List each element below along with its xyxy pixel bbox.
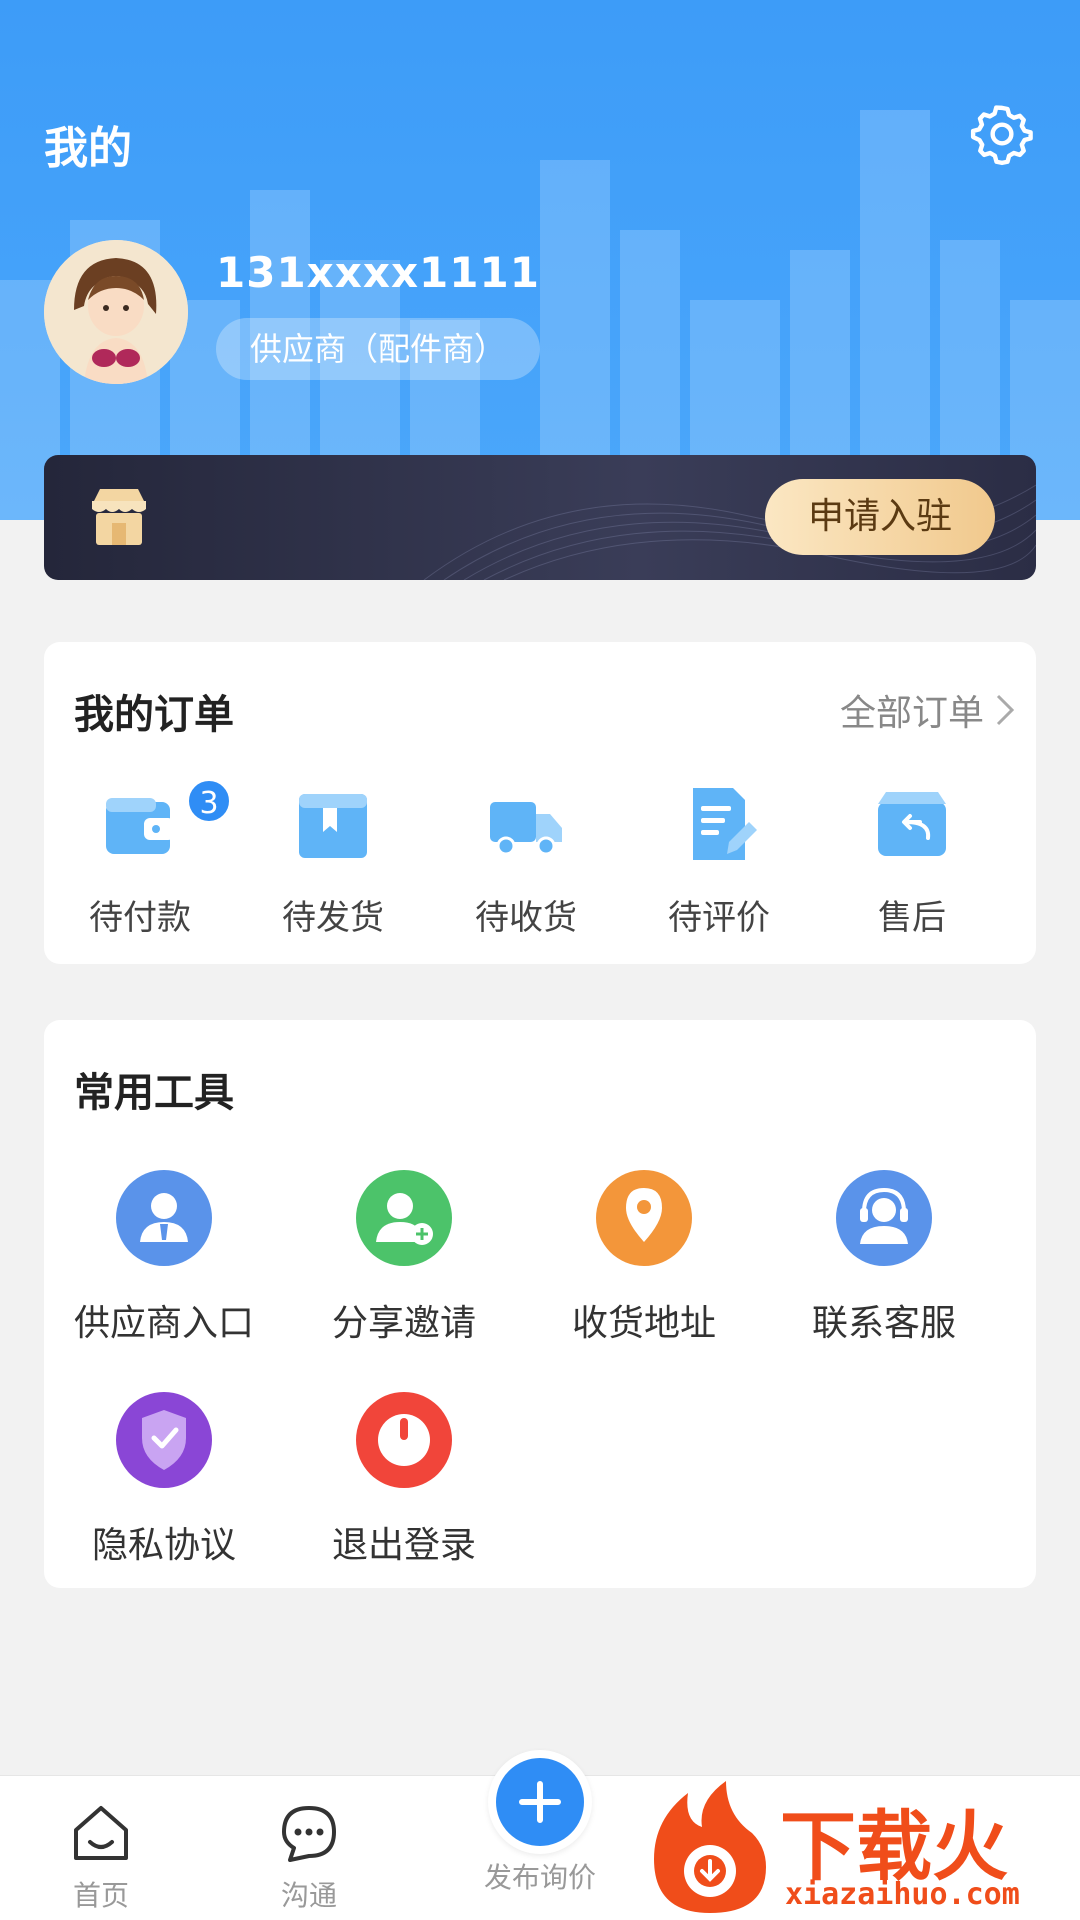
gear-icon bbox=[970, 105, 1033, 166]
supplier-user-icon bbox=[116, 1170, 212, 1266]
headset-icon bbox=[836, 1170, 932, 1266]
all-orders-link[interactable]: 全部订单 bbox=[840, 684, 1016, 736]
all-orders-label: 全部订单 bbox=[839, 693, 984, 734]
role-badge: 供应商（配件商） bbox=[216, 318, 541, 380]
truck-icon bbox=[490, 802, 562, 856]
wallet-icon bbox=[106, 798, 174, 854]
tool-customer-service[interactable]: 联系客服 bbox=[764, 1170, 1004, 1360]
nav-home[interactable]: 首页 bbox=[16, 1790, 186, 1920]
tool-shipping-address[interactable]: 收货地址 bbox=[524, 1170, 764, 1360]
return-box-icon bbox=[878, 792, 946, 856]
apply-settle-button[interactable]: 申请入驻 bbox=[765, 479, 995, 555]
order-item-label: 待付款 bbox=[89, 898, 191, 938]
order-item-label: 待收货 bbox=[475, 898, 577, 938]
order-pending-receipt[interactable]: 待收货 bbox=[430, 784, 622, 938]
nav-label: 沟通 bbox=[280, 1879, 337, 1912]
publish-inquiry-label: 发布询价 bbox=[483, 1861, 596, 1894]
plus-icon bbox=[519, 1781, 561, 1823]
add-user-icon bbox=[356, 1170, 452, 1266]
chevron-right-icon bbox=[996, 694, 1015, 726]
tool-supplier-entry[interactable]: 供应商入口 bbox=[44, 1170, 284, 1360]
tool-label: 收货地址 bbox=[571, 1303, 716, 1344]
tool-label: 供应商入口 bbox=[73, 1303, 254, 1344]
shop-icon bbox=[92, 489, 146, 545]
watermark: 下载火 xiazaihuo.com bbox=[640, 1775, 1080, 1920]
tools-title: 常用工具 bbox=[74, 1070, 234, 1116]
orders-title: 我的订单 bbox=[74, 692, 234, 738]
box-icon bbox=[299, 794, 367, 858]
publish-inquiry-button[interactable] bbox=[488, 1750, 592, 1854]
watermark-domain: xiazaihuo.com bbox=[785, 1877, 1020, 1912]
avatar-image bbox=[44, 240, 188, 384]
profile-header: 我的 131xxxx1111 供应商（配件商） bbox=[0, 0, 1080, 520]
tool-label: 退出登录 bbox=[331, 1525, 476, 1566]
settle-in-banner: 申请入驻 bbox=[44, 455, 1036, 580]
order-item-label: 售后 bbox=[878, 898, 946, 938]
chat-icon bbox=[282, 1806, 336, 1862]
tool-label: 隐私协议 bbox=[91, 1525, 236, 1566]
avatar[interactable] bbox=[44, 240, 188, 384]
tool-share-invite[interactable]: 分享邀请 bbox=[284, 1170, 524, 1360]
power-icon bbox=[356, 1392, 452, 1488]
pending-payment-count-badge: 3 bbox=[186, 778, 232, 824]
page-title: 我的 bbox=[44, 123, 132, 174]
shield-check-icon bbox=[116, 1392, 212, 1488]
my-orders-card: 我的订单 全部订单 3 待付款 待发货 待收货 待评价 售后 bbox=[44, 642, 1036, 964]
settings-button[interactable] bbox=[966, 98, 1038, 170]
order-item-label: 待评价 bbox=[668, 898, 770, 938]
tool-logout[interactable]: 退出登录 bbox=[284, 1392, 524, 1582]
nav-label: 首页 bbox=[72, 1879, 129, 1912]
order-after-sales[interactable]: 售后 bbox=[816, 784, 1008, 938]
user-phone: 131xxxx1111 bbox=[216, 248, 540, 297]
order-pending-review[interactable]: 待评价 bbox=[623, 784, 815, 938]
order-item-label: 待发货 bbox=[282, 898, 384, 938]
flame-logo-icon bbox=[654, 1781, 766, 1913]
order-pending-payment[interactable]: 3 待付款 bbox=[44, 778, 236, 938]
tool-label: 分享邀请 bbox=[331, 1303, 476, 1344]
nav-chat[interactable]: 沟通 bbox=[224, 1790, 394, 1920]
tool-privacy-policy[interactable]: 隐私协议 bbox=[44, 1392, 284, 1582]
location-pin-icon bbox=[596, 1170, 692, 1266]
common-tools-card: 常用工具 供应商入口 分享邀请 收货地址 联系客服 隐私协议 退出登录 bbox=[44, 1020, 1036, 1588]
edit-document-icon bbox=[693, 788, 757, 860]
home-icon bbox=[74, 1806, 128, 1860]
order-pending-shipment[interactable]: 待发货 bbox=[237, 784, 429, 938]
tool-label: 联系客服 bbox=[811, 1303, 956, 1344]
